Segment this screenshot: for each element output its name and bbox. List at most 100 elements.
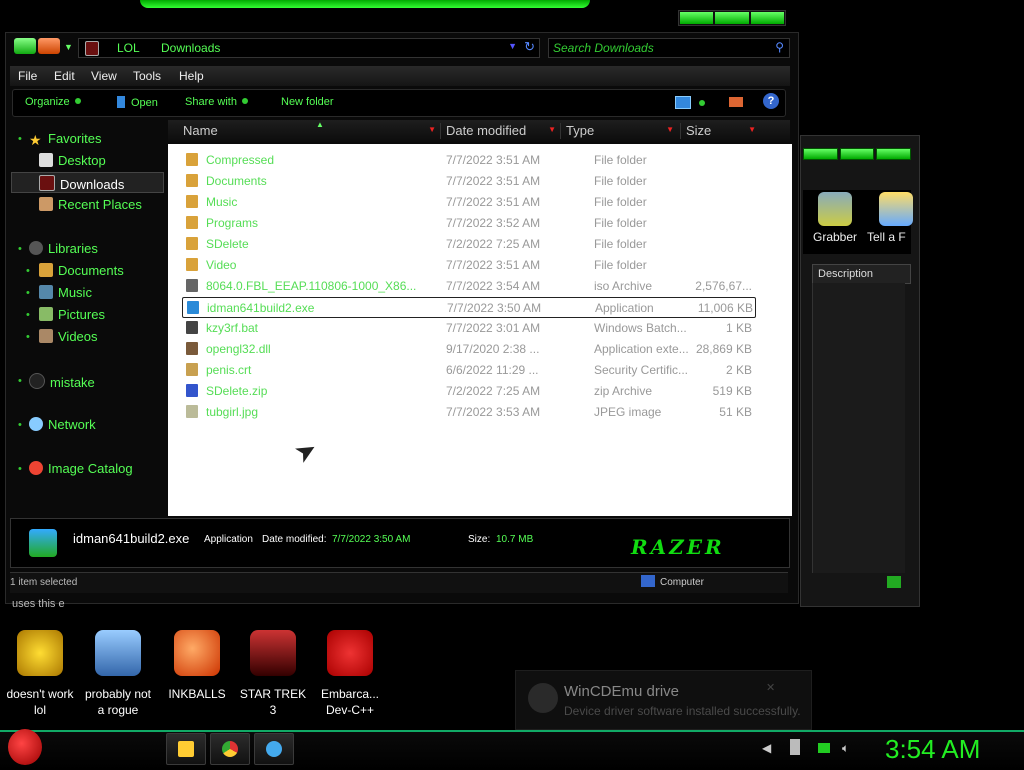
refresh-icon[interactable]: ↻ <box>524 39 535 55</box>
file-row[interactable]: penis.crt 6/6/2022 11:29 ... Security Cert… <box>182 360 754 379</box>
folder-icon <box>186 153 198 166</box>
column-date-dropdown-icon[interactable]: ▼ <box>548 125 556 134</box>
tell-a-friend-tool[interactable]: Tell a F <box>867 192 927 244</box>
back-button[interactable] <box>14 38 36 54</box>
grabber-tool[interactable]: Grabber <box>805 192 865 244</box>
file-type: Windows Batch... <box>594 321 687 335</box>
breadcrumb-lol[interactable]: LOL <box>117 41 140 55</box>
file-row[interactable]: Music 7/7/2022 3:51 AM File folder <box>182 192 754 211</box>
history-dropdown-icon[interactable]: ▼ <box>64 42 73 52</box>
expand-videos-icon[interactable]: • <box>26 331 30 343</box>
expand-image-catalog-icon[interactable]: • <box>18 463 22 475</box>
file-row[interactable]: SDelete 7/2/2022 7:25 AM File folder <box>182 234 754 253</box>
column-name[interactable]: Name ▲ ▼ <box>178 120 438 139</box>
background-window-controls[interactable] <box>803 148 912 160</box>
menu-view[interactable]: View <box>91 69 117 83</box>
help-icon[interactable]: ? <box>763 93 779 109</box>
expand-libraries-icon[interactable]: • <box>18 243 22 255</box>
nav-libraries[interactable]: Libraries <box>29 241 98 256</box>
desktop-icon-item[interactable]: Embarca... Dev-C++ <box>310 630 390 718</box>
nav-favorites[interactable]: ★ Favorites <box>29 131 101 148</box>
desktop-icon-item[interactable]: STAR TREK 3 <box>233 630 313 718</box>
expand-music-icon[interactable]: • <box>26 287 30 299</box>
desktop-icon-item[interactable]: doesn't work lol <box>0 630 80 718</box>
file-row[interactable]: tubgirl.jpg 7/7/2022 3:53 AM JPEG image 51 … <box>182 402 754 421</box>
column-type-dropdown-icon[interactable]: ▼ <box>666 125 674 134</box>
expand-favorites-icon[interactable]: • <box>18 133 22 145</box>
expand-pictures-icon[interactable]: • <box>26 309 30 321</box>
start-button[interactable] <box>8 729 42 765</box>
file-date: 7/7/2022 3:51 AM <box>446 195 541 209</box>
nav-recent-places[interactable]: Recent Places <box>39 197 142 212</box>
nav-network[interactable]: Network <box>29 417 96 432</box>
file-row[interactable]: kzy3rf.bat 7/7/2022 3:01 AM Windows Batch.… <box>182 318 754 337</box>
file-row[interactable]: idman641build2.exe 7/7/2022 3:50 AM Applic… <box>182 297 756 318</box>
share-with-button[interactable]: Share with <box>185 96 248 108</box>
search-box[interactable]: ⚲ <box>548 38 790 58</box>
desktop-icon-item[interactable]: INKBALLS <box>157 630 237 702</box>
tray-monitor-icon[interactable] <box>818 743 830 753</box>
menu-file[interactable]: File <box>18 69 37 83</box>
file-type: Application exte... <box>594 342 689 356</box>
nav-documents[interactable]: Documents <box>39 263 124 278</box>
nav-libraries-label: Libraries <box>48 241 98 256</box>
menu-tools[interactable]: Tools <box>133 69 161 83</box>
new-folder-button[interactable]: New folder <box>281 96 334 108</box>
column-size-dropdown-icon[interactable]: ▼ <box>748 125 756 134</box>
file-row[interactable]: 8064.0.FBL_EEAP.110806-1000_X86... 7/7/20… <box>182 276 754 295</box>
nav-downloads[interactable]: Downloads <box>39 175 124 192</box>
expand-mistake-icon[interactable]: • <box>18 375 22 387</box>
column-headers: Name ▲ ▼ Date modified ▼ Type ▼ Size ▼ <box>168 120 790 142</box>
nav-desktop[interactable]: Desktop <box>39 153 106 168</box>
nav-mistake[interactable]: mistake <box>29 373 95 390</box>
column-date-modified[interactable]: Date modified ▼ <box>440 123 558 139</box>
column-type[interactable]: Type ▼ <box>560 123 676 139</box>
file-row[interactable]: Documents 7/7/2022 3:51 AM File folder <box>182 171 754 190</box>
search-icon[interactable]: ⚲ <box>775 40 784 54</box>
nav-videos[interactable]: Videos <box>39 329 98 344</box>
file-row[interactable]: Video 7/7/2022 3:51 AM File folder <box>182 255 754 274</box>
column-name-label: Name <box>183 123 218 138</box>
background-list <box>812 283 905 573</box>
file-row[interactable]: opengl32.dll 9/17/2020 2:38 ... Applicatio… <box>182 339 754 358</box>
description-column-header[interactable]: Description <box>812 264 911 284</box>
nav-image-catalog[interactable]: Image Catalog <box>29 461 133 476</box>
taskbar-clock[interactable]: 3:54 AM <box>885 734 980 765</box>
tray-expand-icon[interactable]: ◀ <box>762 741 771 755</box>
address-bar[interactable]: LOL Downloads ▼ ↻ <box>78 38 540 58</box>
column-size[interactable]: Size ▼ <box>680 123 758 139</box>
volume-icon[interactable]: 🔈︎ <box>842 741 849 756</box>
nav-music[interactable]: Music <box>39 285 92 300</box>
search-input[interactable] <box>553 40 753 55</box>
expand-documents-icon[interactable]: • <box>26 265 30 277</box>
expand-network-icon[interactable]: • <box>18 419 22 431</box>
forward-button[interactable] <box>38 38 60 54</box>
file-type: Application <box>595 301 654 315</box>
size-grip[interactable] <box>887 576 901 588</box>
file-row[interactable]: Programs 7/7/2022 3:52 AM File folder <box>182 213 754 232</box>
file-row[interactable]: Compressed 7/7/2022 3:51 AM File folder <box>182 150 754 169</box>
notification-title: WinCDEmu drive <box>564 683 680 700</box>
change-view-icon[interactable] <box>675 96 691 109</box>
desktop-icon-item[interactable]: probably not a rogue <box>78 630 158 718</box>
nav-pictures[interactable]: Pictures <box>39 307 105 322</box>
file-row[interactable]: SDelete.zip 7/2/2022 7:25 AM zip Archive 51… <box>182 381 754 400</box>
taskbar-chrome[interactable] <box>210 733 250 765</box>
tray-device-icon[interactable] <box>790 739 800 755</box>
menu-edit[interactable]: Edit <box>54 69 75 83</box>
taskbar-explorer[interactable] <box>166 733 206 765</box>
taskbar-ie[interactable] <box>254 733 294 765</box>
address-dropdown-icon[interactable]: ▼ <box>508 41 517 51</box>
view-options-dot-icon[interactable] <box>699 100 705 106</box>
window-controls[interactable] <box>678 10 786 26</box>
close-icon[interactable]: ✕ <box>766 681 775 694</box>
menu-help[interactable]: Help <box>179 69 204 83</box>
organize-button[interactable]: Organize <box>25 96 81 108</box>
column-name-dropdown-icon[interactable]: ▼ <box>428 125 436 134</box>
preview-pane-icon[interactable] <box>729 97 743 107</box>
open-button[interactable]: Open <box>117 96 158 109</box>
notification-toast[interactable]: WinCDEmu drive Device driver software in… <box>515 670 812 730</box>
breadcrumb-downloads[interactable]: Downloads <box>161 41 220 55</box>
grabber-label: Grabber <box>812 230 858 244</box>
file-date: 7/7/2022 3:51 AM <box>446 174 541 188</box>
